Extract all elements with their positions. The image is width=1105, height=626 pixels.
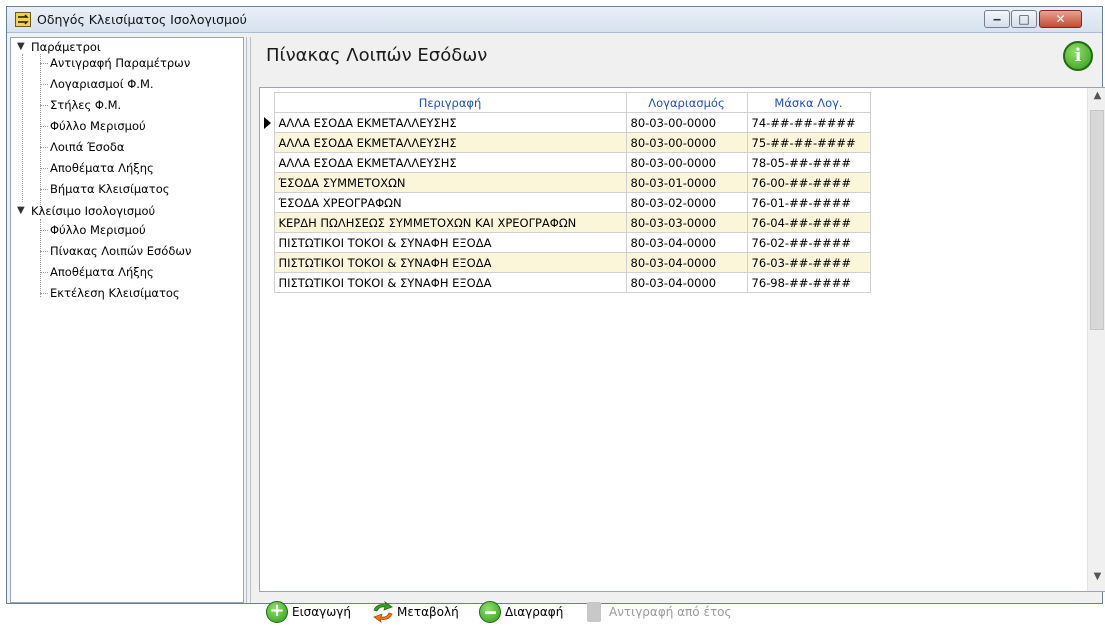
cell-account[interactable]: 80-03-00-0000: [625, 152, 748, 173]
close-icon: ✕: [1055, 12, 1066, 26]
vertical-scrollbar[interactable]: ▲ ▼: [1087, 88, 1105, 591]
cell-description[interactable]: ΈΣΟΔΑ ΣΥΜΜΕΤΟΧΩΝ: [273, 172, 627, 193]
cell-mask[interactable]: 76-03-##-####: [746, 252, 871, 273]
delete-button-label: Διαγραφή: [505, 605, 564, 619]
window-title: Οδηγός Κλεισίματος Ισολογισμού: [37, 12, 247, 27]
cell-account[interactable]: 80-03-03-0000: [625, 212, 748, 233]
copy-from-year-button[interactable]: Αντιγραφή από έτος: [587, 600, 732, 624]
cell-description[interactable]: ΑΛΛΑ ΕΣΟΔΑ ΕΚΜΕΤΑΛΛΕΥΣΗΣ: [273, 132, 627, 153]
column-header-account[interactable]: Λογαριασμός: [625, 92, 748, 113]
title-bar[interactable]: Οδηγός Κλεισίματος Ισολογισμού ‒ □ ✕: [7, 7, 1102, 33]
cell-description[interactable]: ΚΕΡΔΗ ΠΩΛΗΣΕΩΣ ΣΥΜΜΕΤΟΧΩΝ ΚΑΙ ΧΡΕΟΓΡΑΦΩΝ: [273, 212, 627, 233]
navigation-tree: ▼ Παράμετροι Αντιγραφή Παραμέτρων Λογαρι…: [10, 37, 244, 603]
tree-item-columns[interactable]: Στήλες Φ.Μ.: [50, 98, 121, 112]
scrollbar-thumb[interactable]: [1090, 110, 1104, 330]
tree-item-other-income-table[interactable]: Πίνακας Λοιπών Εσόδων: [50, 244, 191, 258]
cell-description[interactable]: ΠΙΣΤΩΤΙΚΟΙ ΤΟΚΟΙ & ΣΥΝΑΦΗ ΕΞΟΔΑ: [273, 272, 627, 293]
tree-item-copy-parameters[interactable]: Αντιγραφή Παραμέτρων: [50, 56, 190, 70]
table-row[interactable]: ΠΙΣΤΩΤΙΚΟΙ ΤΟΚΟΙ & ΣΥΝΑΦΗ ΕΞΟΔΑ 80-03-04…: [260, 232, 871, 253]
cell-mask[interactable]: 76-02-##-####: [746, 232, 871, 253]
data-grid: Περιγραφή Λογαριασμός Μάσκα Λογ. ΑΛΛΑ ΕΣ…: [259, 87, 1105, 592]
cell-account[interactable]: 80-03-00-0000: [625, 112, 748, 133]
cell-description[interactable]: ΠΙΣΤΩΤΙΚΟΙ ΤΟΚΟΙ & ΣΥΝΑΦΗ ΕΞΟΔΑ: [273, 252, 627, 273]
cell-mask[interactable]: 76-04-##-####: [746, 212, 871, 233]
info-icon[interactable]: i: [1063, 41, 1093, 71]
table-row[interactable]: ΈΣΟΔΑ ΧΡΕΟΓΡΑΦΩΝ 80-03-02-0000 76-01-##-…: [260, 192, 871, 213]
tree-item-closing-steps[interactable]: Βήματα Κλεισίματος: [50, 182, 169, 196]
tree-group-parameters[interactable]: Παράμετροι: [31, 40, 101, 54]
table-row[interactable]: ΑΛΛΑ ΕΣΟΔΑ ΕΚΜΕΤΑΛΛΕΥΣΗΣ 80-03-00-0000 7…: [260, 112, 871, 133]
tree-item-closing-inventory-2[interactable]: Αποθέματα Λήξης: [50, 265, 154, 279]
cell-mask[interactable]: 78-05-##-####: [746, 152, 871, 173]
edit-button-label: Μεταβολή: [397, 605, 459, 619]
cell-mask[interactable]: 74-##-##-####: [746, 112, 871, 133]
tree-item-execute-closing[interactable]: Εκτέλεση Κλεισίματος: [50, 286, 180, 300]
tree-item-accounts[interactable]: Λογαριασμοί Φ.Μ.: [50, 77, 154, 91]
income-table: Περιγραφή Λογαριασμός Μάσκα Λογ. ΑΛΛΑ ΕΣ…: [260, 92, 871, 293]
table-row[interactable]: ΠΙΣΤΩΤΙΚΟΙ ΤΟΚΟΙ & ΣΥΝΑΦΗ ΕΞΟΔΑ 80-03-04…: [260, 252, 871, 273]
table-row[interactable]: ΚΕΡΔΗ ΠΩΛΗΣΕΩΣ ΣΥΜΜΕΤΟΧΩΝ ΚΑΙ ΧΡΕΟΓΡΑΦΩΝ…: [260, 212, 871, 233]
tree-item-closing-inventory[interactable]: Αποθέματα Λήξης: [50, 161, 154, 175]
cell-description[interactable]: ΑΛΛΑ ΕΣΟΔΑ ΕΚΜΕΤΑΛΛΕΥΣΗΣ: [273, 112, 627, 133]
column-header-description[interactable]: Περιγραφή: [273, 92, 627, 113]
tree-item-other-income[interactable]: Λοιπά Έσοδα: [50, 140, 124, 154]
table-row[interactable]: ΈΣΟΔΑ ΣΥΜΜΕΤΟΧΩΝ 80-03-01-0000 76-00-##-…: [260, 172, 871, 193]
cell-account[interactable]: 80-03-02-0000: [625, 192, 748, 213]
main-content: Πίνακας Λοιπών Εσόδων i Περιγραφή Λογαρι…: [253, 37, 1105, 624]
row-selector-icon: [260, 113, 274, 133]
minimize-icon: ‒: [992, 12, 1002, 26]
action-toolbar: Εισαγωγή Μεταβολή Διαγραφή Αντιγραφή από…: [259, 596, 1099, 626]
scroll-down-icon[interactable]: ▼: [1088, 571, 1105, 589]
minimize-button[interactable]: ‒: [984, 10, 1010, 28]
refresh-edit-icon: [371, 600, 393, 624]
maximize-button[interactable]: □: [1011, 10, 1037, 28]
cell-account[interactable]: 80-03-04-0000: [625, 232, 748, 253]
cell-account[interactable]: 80-03-04-0000: [625, 272, 748, 293]
copy-document-icon: [587, 602, 601, 622]
tree-item-allocation-sheet[interactable]: Φύλλο Μερισμού: [50, 119, 146, 133]
cell-description[interactable]: ΠΙΣΤΩΤΙΚΟΙ ΤΟΚΟΙ & ΣΥΝΑΦΗ ΕΞΟΔΑ: [273, 232, 627, 253]
column-header-mask[interactable]: Μάσκα Λογ.: [746, 92, 871, 113]
cell-mask[interactable]: 75-##-##-####: [746, 132, 871, 153]
cell-mask[interactable]: 76-98-##-####: [746, 272, 871, 293]
cell-mask[interactable]: 76-00-##-####: [746, 172, 871, 193]
app-icon: [15, 12, 31, 27]
cell-account[interactable]: 80-03-00-0000: [625, 132, 748, 153]
scroll-up-icon[interactable]: ▲: [1088, 90, 1105, 108]
collapse-chevron-icon[interactable]: ▼: [17, 205, 25, 216]
delete-button[interactable]: Διαγραφή: [479, 600, 563, 624]
cell-mask[interactable]: 76-01-##-####: [746, 192, 871, 213]
add-button-label: Εισαγωγή: [292, 605, 352, 619]
copy-button-label: Αντιγραφή από έτος: [609, 605, 732, 619]
tree-item-allocation-sheet-2[interactable]: Φύλλο Μερισμού: [50, 223, 146, 237]
cell-description[interactable]: ΑΛΛΑ ΕΣΟΔΑ ΕΚΜΕΤΑΛΛΕΥΣΗΣ: [273, 152, 627, 173]
close-button[interactable]: ✕: [1039, 10, 1082, 28]
collapse-chevron-icon[interactable]: ▼: [17, 41, 25, 52]
panel-splitter[interactable]: [246, 37, 251, 603]
cell-description[interactable]: ΈΣΟΔΑ ΧΡΕΟΓΡΑΦΩΝ: [273, 192, 627, 213]
add-button[interactable]: Εισαγωγή: [266, 600, 351, 624]
add-icon: [266, 600, 288, 623]
edit-button[interactable]: Μεταβολή: [371, 600, 459, 624]
tree-group-balance-closing[interactable]: Κλείσιμο Ισολογισμού: [31, 204, 155, 218]
table-row[interactable]: ΠΙΣΤΩΤΙΚΟΙ ΤΟΚΟΙ & ΣΥΝΑΦΗ ΕΞΟΔΑ 80-03-04…: [260, 272, 871, 293]
cell-account[interactable]: 80-03-01-0000: [625, 172, 748, 193]
maximize-icon: □: [1018, 12, 1030, 26]
page-title: Πίνακας Λοιπών Εσόδων: [266, 45, 488, 66]
app-window: Οδηγός Κλεισίματος Ισολογισμού ‒ □ ✕ ▼ Π…: [6, 6, 1105, 624]
table-row[interactable]: ΑΛΛΑ ΕΣΟΔΑ ΕΚΜΕΤΑΛΛΕΥΣΗΣ 80-03-00-0000 7…: [260, 152, 871, 173]
table-header-row: Περιγραφή Λογαριασμός Μάσκα Λογ.: [260, 92, 871, 113]
cell-account[interactable]: 80-03-04-0000: [625, 252, 748, 273]
table-row[interactable]: ΑΛΛΑ ΕΣΟΔΑ ΕΚΜΕΤΑΛΛΕΥΣΗΣ 80-03-00-0000 7…: [260, 132, 871, 153]
remove-icon: [479, 601, 501, 623]
